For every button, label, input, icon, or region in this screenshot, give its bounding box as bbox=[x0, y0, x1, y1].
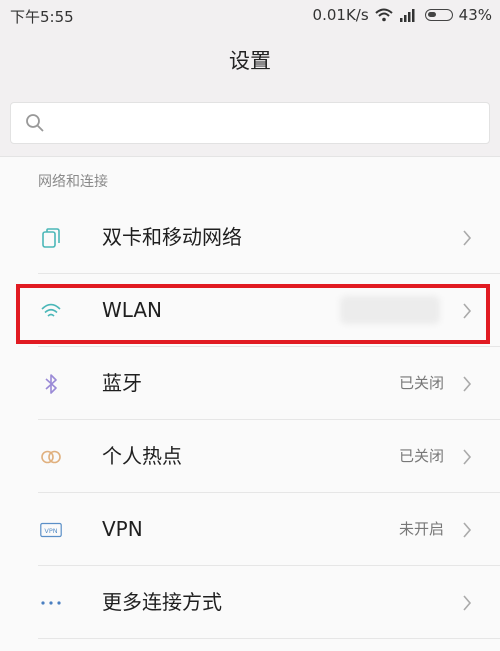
svg-text:VPN: VPN bbox=[44, 527, 57, 535]
search-icon bbox=[26, 114, 44, 132]
status-time: 下午5:55 bbox=[10, 8, 74, 26]
search-input[interactable] bbox=[57, 103, 481, 145]
section-header: 网络和连接 bbox=[38, 174, 108, 190]
vpn-icon: VPN bbox=[40, 522, 62, 538]
list-item-hotspot[interactable]: 个人热点 已关闭 bbox=[0, 420, 500, 493]
bluetooth-icon bbox=[45, 374, 57, 394]
item-label: VPN bbox=[102, 517, 143, 541]
more-dots-icon bbox=[41, 601, 61, 605]
item-status: 未开启 bbox=[398, 520, 444, 538]
hotspot-icon bbox=[41, 450, 61, 464]
sim-card-icon bbox=[42, 228, 60, 248]
item-status: 已关闭 bbox=[398, 374, 444, 392]
chevron-right-icon bbox=[463, 376, 472, 392]
wifi-icon bbox=[41, 303, 61, 317]
chevron-right-icon bbox=[463, 522, 472, 538]
battery-fill bbox=[427, 12, 437, 17]
search-area bbox=[0, 92, 500, 156]
status-bar: 下午5:55 0.01K/s 43% bbox=[0, 0, 500, 30]
search-box[interactable] bbox=[10, 102, 490, 145]
page-title: 设置 bbox=[0, 30, 500, 92]
item-label: WLAN bbox=[102, 298, 163, 322]
status-indicators: 0.01K/s 43% bbox=[313, 6, 492, 24]
list-item-bluetooth[interactable]: 蓝牙 已关闭 bbox=[0, 347, 500, 420]
list-item-wlan[interactable]: WLAN bbox=[0, 274, 500, 347]
signal-icon bbox=[399, 9, 415, 22]
network-speed: 0.01K/s bbox=[312, 6, 369, 24]
battery-icon bbox=[424, 9, 453, 21]
item-label: 个人热点 bbox=[102, 444, 182, 468]
item-label: 更多连接方式 bbox=[102, 590, 222, 614]
item-label: 双卡和移动网络 bbox=[102, 225, 242, 249]
list-item-vpn[interactable]: VPN VPN 未开启 bbox=[0, 493, 500, 566]
battery-percent: 43% bbox=[458, 6, 492, 24]
settings-list: 网络和连接 双卡和移动网络 WLAN 蓝牙 已关闭 个人热点 已关闭 VPN V… bbox=[0, 157, 500, 651]
divider bbox=[38, 638, 500, 639]
chevron-right-icon bbox=[463, 595, 472, 611]
item-status: 已关闭 bbox=[398, 447, 444, 465]
list-item-more-connections[interactable]: 更多连接方式 bbox=[0, 566, 500, 639]
wifi-status-icon bbox=[374, 8, 393, 22]
chevron-right-icon bbox=[463, 230, 472, 246]
chevron-right-icon bbox=[463, 303, 472, 319]
item-label: 蓝牙 bbox=[102, 371, 142, 395]
list-item-dual-sim[interactable]: 双卡和移动网络 bbox=[0, 201, 500, 274]
chevron-right-icon bbox=[463, 449, 472, 465]
redacted-network-name bbox=[340, 296, 440, 324]
